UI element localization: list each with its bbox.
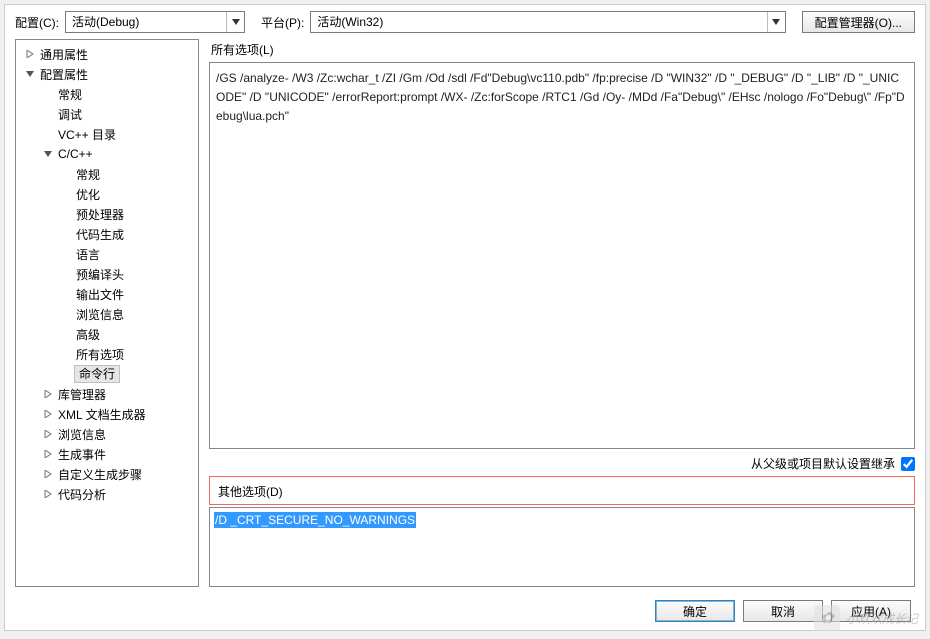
- tree-item-label: 常规: [76, 168, 100, 182]
- tree-collapse-icon[interactable]: [42, 148, 54, 160]
- tree-item[interactable]: 常规: [16, 164, 198, 184]
- chevron-down-icon: [767, 12, 785, 32]
- tree-item[interactable]: 常规: [16, 84, 198, 104]
- tree-item[interactable]: 浏览信息: [16, 424, 198, 444]
- tree-item[interactable]: 库管理器: [16, 384, 198, 404]
- tree-item-label: 预处理器: [76, 208, 124, 222]
- dialog-buttons: 确定 取消 应用(A): [655, 600, 911, 622]
- tree-item[interactable]: VC++ 目录: [16, 124, 198, 144]
- config-manager-button[interactable]: 配置管理器(O)...: [802, 11, 915, 33]
- inherit-row: 从父级或项目默认设置继承: [209, 455, 915, 472]
- platform-combo-value: 活动(Win32): [311, 12, 766, 32]
- config-combo[interactable]: 活动(Debug): [65, 11, 245, 33]
- tree-item-label: 语言: [76, 248, 100, 262]
- tree-item-label: 调试: [58, 108, 82, 122]
- tree-toggle-spacer: [60, 308, 72, 320]
- other-options-selected-text: /D _CRT_SECURE_NO_WARNINGS: [214, 512, 416, 528]
- tree-expand-icon[interactable]: [42, 428, 54, 440]
- tree-toggle-spacer: [60, 368, 72, 380]
- platform-combo[interactable]: 活动(Win32): [310, 11, 785, 33]
- tree-toggle-spacer: [60, 248, 72, 260]
- tree-expand-icon[interactable]: [42, 448, 54, 460]
- tree-item[interactable]: XML 文档生成器: [16, 404, 198, 424]
- tree-expand-icon[interactable]: [42, 408, 54, 420]
- config-combo-value: 活动(Debug): [66, 12, 226, 32]
- tree-item[interactable]: 配置属性: [16, 64, 198, 84]
- tree-toggle-spacer: [60, 188, 72, 200]
- tree-collapse-icon[interactable]: [24, 68, 36, 80]
- other-options-group: 其他选项(D): [209, 476, 915, 505]
- cancel-button[interactable]: 取消: [743, 600, 823, 622]
- all-options-label: 所有选项(L): [211, 41, 915, 58]
- tree-item[interactable]: 代码分析: [16, 484, 198, 504]
- tree-item[interactable]: 所有选项: [16, 344, 198, 364]
- platform-label: 平台(P):: [261, 14, 304, 31]
- tree-item-label: 优化: [76, 188, 100, 202]
- tree-toggle-spacer: [42, 128, 54, 140]
- tree-item-label: 通用属性: [40, 48, 88, 62]
- other-options-textbox[interactable]: /D _CRT_SECURE_NO_WARNINGS: [209, 507, 915, 587]
- tree-toggle-spacer: [60, 328, 72, 340]
- tree-toggle-spacer: [60, 288, 72, 300]
- tree-toggle-spacer: [42, 88, 54, 100]
- tree-item[interactable]: 浏览信息: [16, 304, 198, 324]
- tree-item[interactable]: 调试: [16, 104, 198, 124]
- tree-toggle-spacer: [60, 168, 72, 180]
- config-label: 配置(C):: [15, 14, 59, 31]
- tree-item[interactable]: 语言: [16, 244, 198, 264]
- tree-item[interactable]: 自定义生成步骤: [16, 464, 198, 484]
- tree-toggle-spacer: [42, 108, 54, 120]
- tree-item[interactable]: 输出文件: [16, 284, 198, 304]
- tree-item-label: 代码分析: [58, 488, 106, 502]
- inherit-checkbox[interactable]: [901, 457, 915, 471]
- tree-item[interactable]: 高级: [16, 324, 198, 344]
- tree-item-label: 所有选项: [76, 348, 124, 362]
- tree-item[interactable]: 命令行: [16, 364, 198, 384]
- tree-item-label: 生成事件: [58, 448, 106, 462]
- tree-item[interactable]: 优化: [16, 184, 198, 204]
- tree-item-label: 代码生成: [76, 228, 124, 242]
- tree-expand-icon[interactable]: [42, 388, 54, 400]
- top-bar: 配置(C): 活动(Debug) 平台(P): 活动(Win32) 配置管理器(…: [5, 5, 925, 39]
- tree-item-label: 浏览信息: [58, 428, 106, 442]
- tree-toggle-spacer: [60, 268, 72, 280]
- tree-item[interactable]: 预编译头: [16, 264, 198, 284]
- tree-expand-icon[interactable]: [42, 468, 54, 480]
- tree-item-label: 配置属性: [40, 68, 88, 82]
- tree-expand-icon[interactable]: [42, 488, 54, 500]
- apply-button[interactable]: 应用(A): [831, 600, 911, 622]
- property-pages-dialog: 配置(C): 活动(Debug) 平台(P): 活动(Win32) 配置管理器(…: [4, 4, 926, 631]
- tree-item-label: 常规: [58, 88, 82, 102]
- tree-expand-icon[interactable]: [24, 48, 36, 60]
- tree-item[interactable]: 生成事件: [16, 444, 198, 464]
- tree-toggle-spacer: [60, 208, 72, 220]
- tree-item-label: VC++ 目录: [58, 128, 116, 142]
- tree-item-label: 浏览信息: [76, 308, 124, 322]
- tree-toggle-spacer: [60, 348, 72, 360]
- tree-item[interactable]: 预处理器: [16, 204, 198, 224]
- tree-item-label: 高级: [76, 328, 100, 342]
- tree-item-label: 预编译头: [76, 268, 124, 282]
- tree-item-label: 输出文件: [76, 288, 124, 302]
- main-area: 通用属性配置属性常规调试VC++ 目录C/C++常规优化预处理器代码生成语言预编…: [5, 39, 925, 587]
- all-options-textbox[interactable]: /GS /analyze- /W3 /Zc:wchar_t /ZI /Gm /O…: [209, 62, 915, 449]
- tree-item-label: 自定义生成步骤: [58, 468, 142, 482]
- tree-item-label: C/C++: [58, 147, 93, 161]
- tree-item-label: 命令行: [79, 367, 115, 381]
- tree-item-label: 库管理器: [58, 388, 106, 402]
- tree-item[interactable]: 通用属性: [16, 44, 198, 64]
- tree-item[interactable]: 代码生成: [16, 224, 198, 244]
- ok-button[interactable]: 确定: [655, 600, 735, 622]
- inherit-label: 从父级或项目默认设置继承: [751, 455, 895, 472]
- other-options-label: 其他选项(D): [218, 483, 908, 500]
- tree-item[interactable]: C/C++: [16, 144, 198, 164]
- tree-toggle-spacer: [60, 228, 72, 240]
- right-panel: 所有选项(L) /GS /analyze- /W3 /Zc:wchar_t /Z…: [209, 39, 915, 587]
- chevron-down-icon: [226, 12, 244, 32]
- tree-panel[interactable]: 通用属性配置属性常规调试VC++ 目录C/C++常规优化预处理器代码生成语言预编…: [15, 39, 199, 587]
- tree-item-label: XML 文档生成器: [58, 408, 146, 422]
